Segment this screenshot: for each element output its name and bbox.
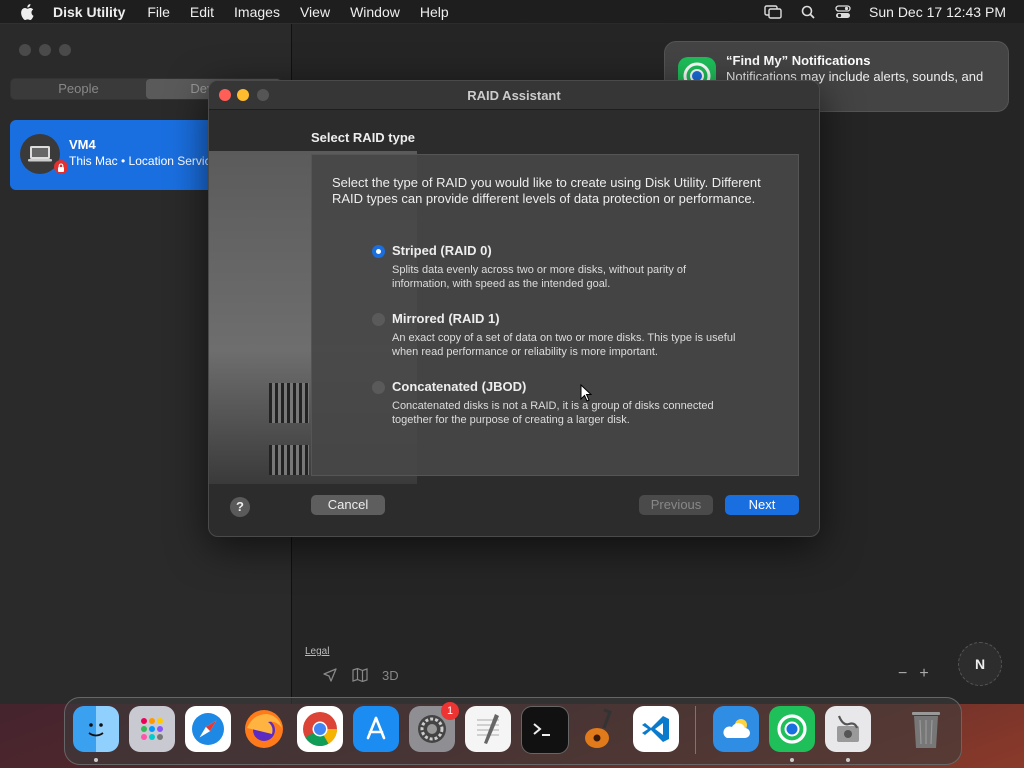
dialog-title: RAID Assistant <box>467 88 561 103</box>
findmy-icon[interactable] <box>769 706 815 752</box>
device-name: VM4 <box>69 137 96 152</box>
menu-help[interactable]: Help <box>420 4 449 20</box>
intro-text: Select the type of RAID you would like t… <box>332 175 761 206</box>
map-icon[interactable] <box>352 667 368 683</box>
option-description: Splits data evenly across two or more di… <box>392 264 687 290</box>
apple-icon[interactable] <box>19 3 35 20</box>
app-store-icon[interactable] <box>353 706 399 752</box>
previous-button[interactable]: Previous <box>639 495 713 515</box>
textedit-icon[interactable] <box>465 706 511 752</box>
menu-edit[interactable]: Edit <box>190 4 214 20</box>
location-arrow-icon[interactable] <box>322 667 338 683</box>
dock-separator <box>695 706 696 754</box>
help-button[interactable]: ? <box>230 497 250 517</box>
next-button[interactable]: Next <box>725 495 799 515</box>
findmy-window-controls <box>19 44 71 56</box>
terminal-icon[interactable] <box>521 706 569 754</box>
garageband-icon[interactable] <box>577 706 623 752</box>
finder-icon[interactable] <box>73 706 119 752</box>
device-subtitle: This Mac • Location Services Off <box>69 154 217 168</box>
menu-window[interactable]: Window <box>350 4 400 20</box>
launchpad-icon[interactable] <box>129 706 175 752</box>
dialog-titlebar: RAID Assistant <box>209 81 819 110</box>
zoom-button[interactable] <box>59 44 71 56</box>
running-indicator <box>846 758 850 762</box>
close-button[interactable] <box>19 44 31 56</box>
trash-icon[interactable] <box>903 706 949 752</box>
menu-app-name[interactable]: Disk Utility <box>53 4 125 20</box>
mouse-pointer-icon <box>580 383 593 402</box>
option-description: An exact copy of a set of data on two or… <box>392 332 736 358</box>
menu-images[interactable]: Images <box>234 4 280 20</box>
dock: 1 <box>64 697 962 765</box>
screen-mirroring-icon[interactable] <box>764 4 782 19</box>
notification-title: “Find My” Notifications <box>726 53 871 68</box>
section-label: Select RAID type <box>311 130 416 145</box>
map-legal-link[interactable]: Legal <box>305 646 329 657</box>
option-title: Mirrored (RAID 1) <box>392 311 500 326</box>
radio-striped[interactable] <box>372 245 385 258</box>
notification-badge: 1 <box>441 702 459 720</box>
lock-icon <box>54 160 68 174</box>
chrome-icon[interactable] <box>297 706 343 752</box>
disk-utility-icon[interactable] <box>825 706 871 752</box>
raid-type-panel: Select the type of RAID you would like t… <box>311 154 799 476</box>
running-indicator <box>790 758 794 762</box>
3d-toggle[interactable]: 3D <box>382 668 399 683</box>
safari-icon[interactable] <box>185 706 231 752</box>
drive-slots-graphic <box>269 383 309 423</box>
radio-concatenated[interactable] <box>372 381 385 394</box>
running-indicator <box>94 758 98 762</box>
zoom-controls: − + <box>898 665 929 683</box>
cancel-button[interactable]: Cancel <box>311 495 385 515</box>
radio-mirrored[interactable] <box>372 313 385 326</box>
option-title: Striped (RAID 0) <box>392 243 492 258</box>
vscode-icon[interactable] <box>633 706 679 752</box>
option-description: Concatenated disks is not a RAID, it is … <box>392 400 714 426</box>
zoom-in-button[interactable]: + <box>919 665 928 683</box>
map-toolbar: 3D <box>322 667 399 683</box>
compass-label: N <box>974 656 986 672</box>
control-center-icon[interactable] <box>834 4 852 19</box>
compass-icon[interactable]: N <box>958 642 1002 686</box>
drive-slots-graphic <box>269 445 309 475</box>
menu-file[interactable]: File <box>147 4 170 20</box>
raid-assistant-dialog: RAID Assistant Select RAID type Select t… <box>208 80 820 537</box>
option-title: Concatenated (JBOD) <box>392 379 527 394</box>
minimize-button[interactable] <box>39 44 51 56</box>
menu-view[interactable]: View <box>300 4 330 20</box>
tab-people[interactable]: People <box>11 79 146 99</box>
menu-clock[interactable]: Sun Dec 17 12:43 PM <box>869 4 1006 20</box>
menu-bar: Disk Utility File Edit Images View Windo… <box>0 0 1024 23</box>
spotlight-search-icon[interactable] <box>799 5 817 19</box>
zoom-out-button[interactable]: − <box>898 665 907 683</box>
weather-icon[interactable] <box>713 706 759 752</box>
firefox-icon[interactable] <box>241 706 287 752</box>
